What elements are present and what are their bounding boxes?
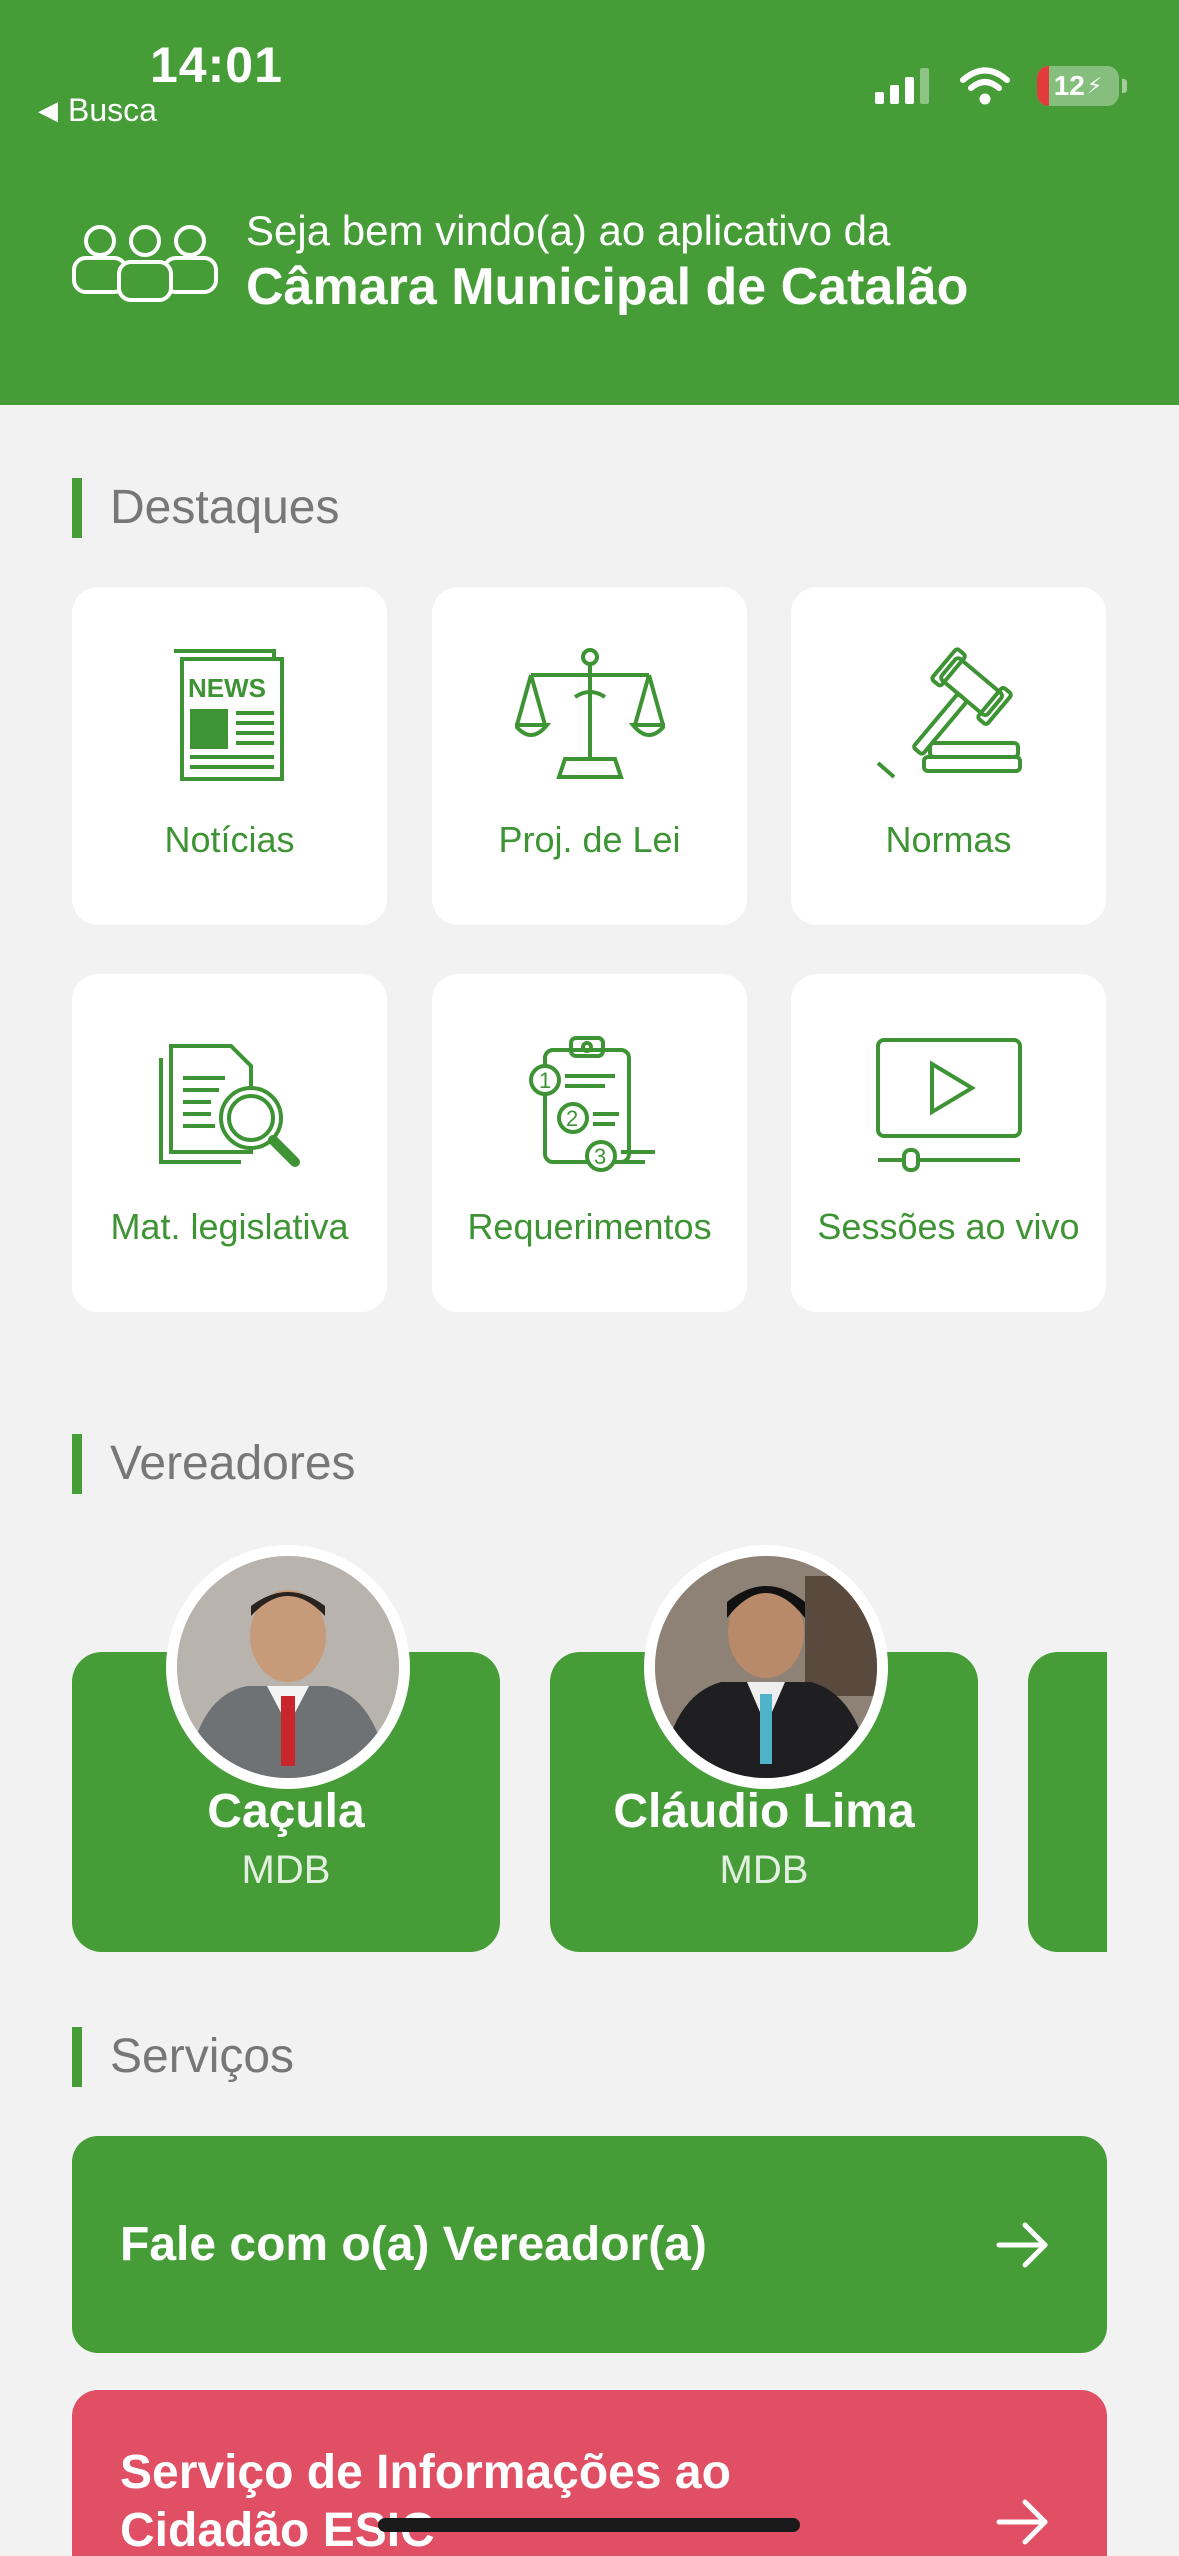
back-to-search-link[interactable]: ◀ Busca xyxy=(38,92,157,129)
tile-bills[interactable]: Proj. de Lei xyxy=(432,587,747,925)
tile-label: Notícias xyxy=(164,819,295,860)
tile-legislative-matters[interactable]: Mat. legislativa xyxy=(72,974,387,1312)
tile-label: Mat. legislativa xyxy=(110,1206,349,1247)
charging-bolt-icon: ⚡ xyxy=(1086,73,1103,98)
people-group-icon xyxy=(72,225,218,302)
battery-indicator: 12 ⚡ xyxy=(1037,66,1127,106)
service-label-line1: Serviço de Informações ao xyxy=(120,2446,731,2499)
arrow-right-icon xyxy=(996,2499,1048,2545)
clipboard-list-icon: 1 2 3 xyxy=(528,1036,655,1172)
councilor-avatar xyxy=(644,1545,888,1789)
wifi-icon xyxy=(960,67,1010,105)
svg-text:3: 3 xyxy=(594,1144,606,1169)
tile-news[interactable]: NEWS Notícias xyxy=(72,587,387,925)
cellular-signal-icon xyxy=(875,68,929,104)
newspaper-icon: NEWS xyxy=(173,649,284,781)
councilor-party: MDB xyxy=(719,1848,809,1892)
tile-label: Normas xyxy=(885,819,1012,860)
councilor-avatar xyxy=(166,1545,410,1789)
tile-label: Requerimentos xyxy=(467,1206,712,1247)
svg-text:NEWS: NEWS xyxy=(188,673,266,703)
arrow-right-icon xyxy=(996,2222,1048,2267)
councilor-name: Cláudio Lima xyxy=(613,1785,915,1838)
councilor-card-partial[interactable] xyxy=(1028,1652,1107,1952)
home-indicator[interactable] xyxy=(378,2518,800,2532)
status-icons: 12 ⚡ xyxy=(875,66,1127,106)
back-label: Busca xyxy=(68,92,157,128)
battery-level: 12 xyxy=(1053,70,1085,101)
section-title-highlights: Destaques xyxy=(72,478,339,538)
document-search-icon xyxy=(158,1044,300,1167)
welcome-subtitle: Seja bem vindo(a) ao aplicativo da xyxy=(246,207,891,254)
page-title: Câmara Municipal de Catalão xyxy=(246,258,969,316)
tile-label: Proj. de Lei xyxy=(498,819,681,860)
councilor-party: MDB xyxy=(241,1848,331,1892)
app-header: 14:01 ◀ Busca 12 ⚡ Seja bem vindo(a) ao a… xyxy=(0,0,1179,405)
back-arrow-icon: ◀ xyxy=(38,95,58,125)
svg-text:2: 2 xyxy=(566,1106,578,1131)
video-player-icon xyxy=(875,1038,1022,1172)
section-title-services: Serviços xyxy=(72,2027,294,2087)
gavel-icon xyxy=(876,647,1022,779)
tile-live-sessions[interactable]: Sessões ao vivo xyxy=(791,974,1106,1312)
tile-norms[interactable]: Normas xyxy=(791,587,1106,925)
welcome-block: Seja bem vindo(a) ao aplicativo da Câmar… xyxy=(70,205,968,317)
svg-text:1: 1 xyxy=(539,1068,551,1093)
tile-requests[interactable]: 1 2 3 Requerimentos xyxy=(432,974,747,1312)
section-title-councilors: Vereadores xyxy=(72,1434,356,1494)
tile-label: Sessões ao vivo xyxy=(817,1206,1080,1247)
councilor-name: Caçula xyxy=(207,1785,365,1838)
scales-icon xyxy=(514,648,665,779)
service-label: Fale com o(a) Vereador(a) xyxy=(120,2218,707,2271)
status-time: 14:01 xyxy=(150,37,283,93)
contact-councilor-button[interactable]: Fale com o(a) Vereador(a) xyxy=(72,2136,1107,2353)
